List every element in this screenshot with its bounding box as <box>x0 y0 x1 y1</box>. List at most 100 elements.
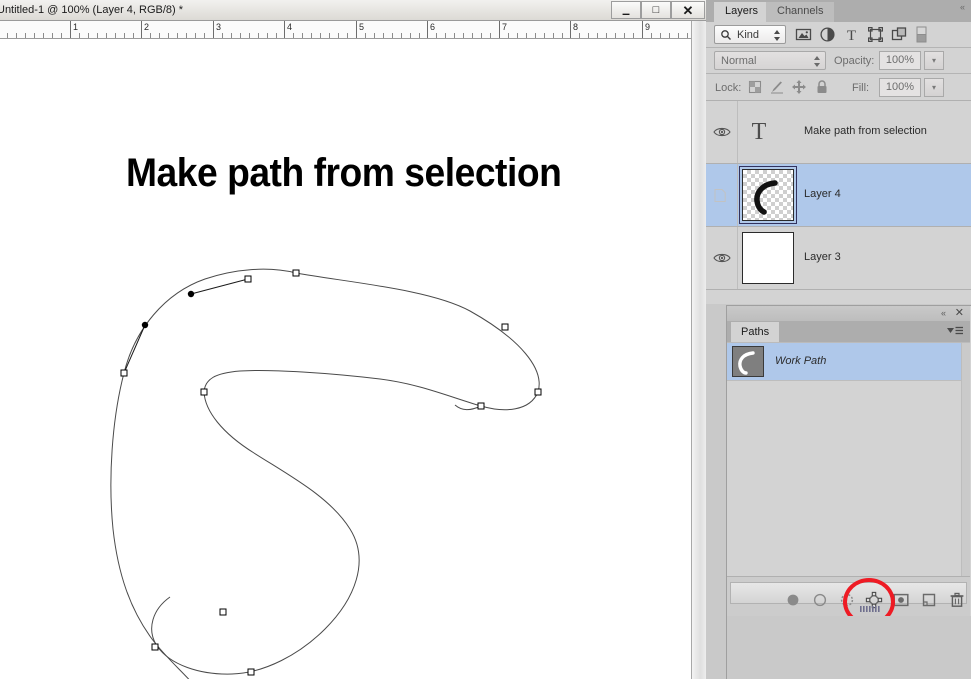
fill-path-button[interactable] <box>784 591 802 609</box>
layer-name-text: Layer 4 <box>804 188 841 200</box>
ruler-minor-tick <box>445 33 446 38</box>
ruler-minor-tick <box>633 33 634 38</box>
eye-icon <box>713 125 731 142</box>
path-row-work-path[interactable]: Work Path <box>727 343 970 381</box>
canvas[interactable]: Make path from selection <box>0 39 691 679</box>
fill-dropdown-arrow-icon[interactable]: ▾ <box>924 78 944 97</box>
ruler-minor-tick <box>588 33 589 38</box>
ruler-label: 3 <box>216 22 222 32</box>
blend-mode-select[interactable]: Normal <box>714 51 826 70</box>
ruler-minor-tick <box>302 33 303 38</box>
kind-stepper-icon[interactable] <box>773 29 781 43</box>
ruler-major-tick <box>499 21 500 38</box>
layer-thumbnail-layer3[interactable] <box>742 232 794 284</box>
ruler-minor-tick <box>320 33 321 38</box>
ruler-minor-tick <box>374 33 375 38</box>
collapse-panel-icon[interactable]: « <box>960 2 965 12</box>
lock-all-padlock-icon[interactable] <box>814 79 830 95</box>
ruler-major-tick <box>356 21 357 38</box>
blend-stepper-icon[interactable] <box>813 55 821 69</box>
ruler-minor-tick <box>34 33 35 38</box>
adjustment-layer-filter-icon[interactable] <box>819 26 836 43</box>
ruler-minor-tick <box>79 33 80 38</box>
ruler-minor-tick <box>16 33 17 38</box>
ruler-major-tick <box>70 21 71 38</box>
horizontal-ruler[interactable]: 1 2 3 4 5 6 7 8 9 <box>0 21 706 39</box>
lock-transparency-icon[interactable] <box>747 79 763 95</box>
panel-menu-icon[interactable] <box>946 325 964 340</box>
ruler-minor-tick <box>106 33 107 38</box>
ruler-minor-tick <box>97 33 98 38</box>
layer-visibility-toggle-layer4[interactable] <box>706 164 738 226</box>
filter-toggle-icon[interactable] <box>916 26 927 43</box>
ruler-minor-tick <box>669 33 670 38</box>
ruler-minor-tick <box>204 33 205 38</box>
ruler-major-tick <box>141 21 142 38</box>
tab-layers[interactable]: Layers <box>714 2 770 22</box>
type-layer-filter-icon: T <box>843 26 860 44</box>
paths-panel-titlebar[interactable]: « ✕ <box>727 306 970 321</box>
paths-list[interactable]: Work Path <box>727 342 970 577</box>
ruler-minor-tick <box>463 33 464 38</box>
collapse-panel-icon[interactable]: « <box>941 308 946 319</box>
kind-filter-select[interactable]: Kind <box>714 25 786 44</box>
ruler-minor-tick <box>338 33 339 38</box>
new-path-button[interactable] <box>920 591 938 609</box>
document-titlebar[interactable]: Untitled-1 @ 100% (Layer 4, RGB/8) * – □… <box>0 0 706 21</box>
ruler-minor-tick <box>606 33 607 38</box>
close-icon: ✕ <box>682 2 694 18</box>
ruler-minor-tick <box>258 33 259 38</box>
ruler-minor-tick <box>419 33 420 38</box>
maximize-button[interactable]: □ <box>641 1 671 19</box>
ruler-minor-tick <box>133 33 134 38</box>
type-t-icon: T <box>751 119 767 145</box>
ruler-minor-tick <box>562 33 563 38</box>
ruler-minor-tick <box>240 33 241 38</box>
minimize-button[interactable]: – <box>611 1 641 20</box>
ruler-minor-tick <box>579 33 580 38</box>
layer-row-text[interactable]: T Make path from selection <box>706 101 971 164</box>
fill-label: Fill: <box>852 82 870 94</box>
ruler-minor-tick <box>52 33 53 38</box>
work-path-overlay <box>110 268 542 679</box>
layer-thumbnail-layer4[interactable] <box>742 169 794 221</box>
stroke-path-button[interactable] <box>811 591 829 609</box>
paths-footer-toolbar <box>730 582 967 609</box>
ruler-minor-tick <box>124 33 125 38</box>
tab-channels[interactable]: Channels <box>766 2 835 22</box>
opacity-dropdown-arrow-icon[interactable]: ▾ <box>924 51 944 70</box>
add-layer-mask-button[interactable] <box>892 591 910 609</box>
delete-path-button[interactable] <box>948 591 966 609</box>
pixel-layer-filter-icon[interactable] <box>795 26 812 43</box>
ruler-minor-tick <box>222 33 223 38</box>
layer-row-layer4[interactable]: Layer 4 <box>706 164 971 227</box>
layer-visibility-toggle-layer3[interactable] <box>706 227 738 289</box>
blend-mode-row: Normal Opacity: 100% ▾ <box>706 48 971 74</box>
ruler-minor-tick <box>615 33 616 38</box>
ruler-minor-tick <box>544 33 545 38</box>
layer-visibility-toggle-text[interactable] <box>706 101 738 163</box>
smart-object-filter-icon[interactable] <box>891 26 908 43</box>
path-thumbnail[interactable] <box>732 346 764 377</box>
document-window: Untitled-1 @ 100% (Layer 4, RGB/8) * – □… <box>0 0 706 679</box>
ruler-minor-tick <box>7 33 8 38</box>
ruler-minor-tick <box>472 33 473 38</box>
close-panel-icon[interactable]: ✕ <box>955 307 964 319</box>
ruler-label: 7 <box>502 22 508 32</box>
lock-position-icon[interactable] <box>791 79 807 95</box>
shape-layer-filter-icon[interactable] <box>867 26 884 43</box>
lock-image-icon[interactable] <box>769 79 785 95</box>
tab-paths[interactable]: Paths <box>731 322 780 342</box>
eye-hidden-icon <box>713 188 727 206</box>
paths-list-scrollbar[interactable] <box>961 343 970 577</box>
canvas-vertical-scrollbar[interactable] <box>691 21 706 679</box>
close-button[interactable]: ✕ <box>671 1 705 19</box>
ruler-minor-tick <box>347 33 348 38</box>
ruler-minor-tick <box>508 33 509 38</box>
load-path-as-selection-button[interactable] <box>838 591 856 609</box>
fill-input[interactable]: 100% <box>879 78 921 97</box>
layer-row-layer3[interactable]: Layer 3 <box>706 227 971 290</box>
ruler-minor-tick <box>231 33 232 38</box>
opacity-input[interactable]: 100% <box>879 51 921 70</box>
ruler-minor-tick <box>517 33 518 38</box>
